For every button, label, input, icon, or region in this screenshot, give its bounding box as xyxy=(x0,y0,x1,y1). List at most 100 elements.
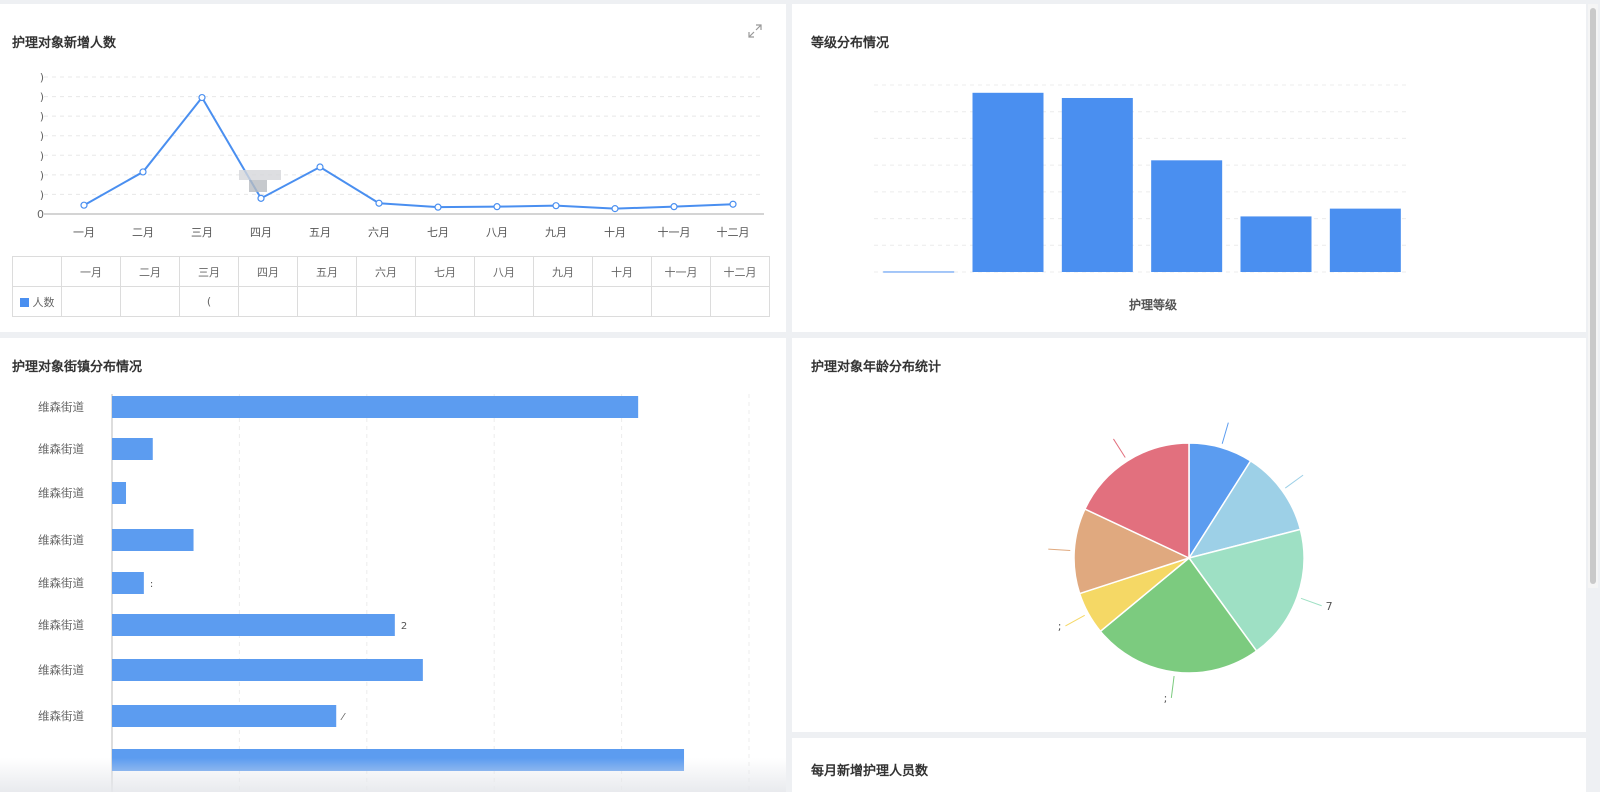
data-label: 7 xyxy=(1326,600,1333,613)
data-point xyxy=(376,200,382,206)
table-header-cell: 六月 xyxy=(357,257,416,287)
y-tick-label: 维森街道 xyxy=(38,442,84,456)
bar xyxy=(112,438,153,460)
bar xyxy=(112,659,423,681)
table-header-cell: 七月 xyxy=(416,257,475,287)
y-tick-label: ) xyxy=(40,188,44,201)
label-leader-line xyxy=(1222,423,1228,444)
data-label: ; xyxy=(1164,692,1168,705)
table-header-row: 一月二月三月四月五月六月七月八月九月十月十一月十二月 xyxy=(13,257,770,287)
bar xyxy=(112,396,638,418)
tooltip-blur xyxy=(249,180,267,192)
level-distribution-panel: 等级分布情况 护理等级 xyxy=(792,4,1586,332)
street-bar-chart: 维森街道维森街道维森街道维森街道维森街道:维森街道2维森街道维森街道⁄ xyxy=(0,338,786,792)
data-point xyxy=(81,202,87,208)
label-leader-line xyxy=(1048,549,1070,550)
table-cell xyxy=(534,287,593,317)
y-tick-label: ) xyxy=(40,110,44,123)
bar xyxy=(883,271,954,272)
series-line xyxy=(84,98,733,209)
data-point xyxy=(553,203,559,209)
y-tick-label: 维森街道 xyxy=(38,576,84,590)
bar xyxy=(112,705,336,727)
x-tick-label: 十月 xyxy=(604,225,626,239)
data-label: ⁄ xyxy=(340,712,346,723)
panel-title: 每月新增护理人员数 xyxy=(811,760,928,779)
table-header-cell: 三月 xyxy=(180,257,239,287)
y-tick-label: 0 xyxy=(37,208,44,221)
table-header-cell: 九月 xyxy=(534,257,593,287)
legend-cell[interactable]: 人数 xyxy=(13,287,62,317)
legend-label: 人数 xyxy=(33,296,55,309)
x-tick-label: 九月 xyxy=(545,226,567,239)
scrollbar[interactable] xyxy=(1588,4,1598,588)
x-tick-label: 一月 xyxy=(73,226,95,239)
table-cell xyxy=(357,287,416,317)
y-tick-label: 维森街道 xyxy=(38,533,84,547)
data-point xyxy=(612,206,618,212)
label-leader-line xyxy=(1065,615,1084,626)
table-cell xyxy=(62,287,121,317)
table-header-cell: 四月 xyxy=(239,257,298,287)
line-chart: 0)))))))一月二月三月四月五月六月七月八月九月十月十一月十二月 xyxy=(0,4,786,249)
legend-swatch xyxy=(20,298,29,307)
y-tick-label: ) xyxy=(40,71,44,84)
bar xyxy=(112,482,126,504)
x-axis-label: 护理等级 xyxy=(1123,296,1183,313)
y-tick-label: ) xyxy=(40,169,44,182)
table-cell xyxy=(416,287,475,317)
table-header-cell: 十一月 xyxy=(652,257,711,287)
bar xyxy=(1062,98,1133,272)
data-point xyxy=(258,195,264,201)
label-leader-line xyxy=(1113,439,1125,458)
bar xyxy=(1241,216,1312,272)
x-tick-label: 四月 xyxy=(250,226,272,239)
table-cell xyxy=(475,287,534,317)
y-tick-label: 维森街道 xyxy=(38,618,84,632)
x-tick-label: 七月 xyxy=(427,226,449,239)
table-row: 人数 ( xyxy=(13,287,770,317)
bottom-fade xyxy=(0,758,786,792)
table-header-cell: 十二月 xyxy=(711,257,770,287)
bar xyxy=(112,572,144,594)
data-label: ; xyxy=(1058,620,1062,633)
data-point xyxy=(671,204,677,210)
table-cell xyxy=(239,287,298,317)
bar xyxy=(112,614,395,636)
y-tick-label: 维森街道 xyxy=(38,663,84,677)
bar xyxy=(973,93,1044,272)
bar xyxy=(112,529,194,551)
data-point xyxy=(730,201,736,207)
table-header-cell: 五月 xyxy=(298,257,357,287)
table-header-cell: 二月 xyxy=(121,257,180,287)
age-pie-chart: 7;; xyxy=(792,338,1586,732)
y-tick-label: 维森街道 xyxy=(38,486,84,500)
y-tick-label: ) xyxy=(40,149,44,162)
data-label: : xyxy=(150,579,153,590)
monthly-staff-panel: 每月新增护理人员数 xyxy=(792,738,1586,792)
data-point xyxy=(199,95,205,101)
table-header-cell: 八月 xyxy=(475,257,534,287)
scrollbar-thumb[interactable] xyxy=(1590,8,1596,584)
table-cell xyxy=(298,287,357,317)
table-cell: ( xyxy=(180,287,239,317)
level-bar-chart xyxy=(792,4,1586,324)
age-distribution-panel: 护理对象年龄分布统计 7;; xyxy=(792,338,1586,732)
data-point xyxy=(494,204,500,210)
x-tick-label: 三月 xyxy=(191,226,213,239)
x-tick-label: 六月 xyxy=(368,226,390,239)
x-tick-label: 八月 xyxy=(486,226,508,239)
label-leader-line xyxy=(1301,598,1322,605)
label-leader-line xyxy=(1171,676,1174,698)
label-leader-line xyxy=(1285,475,1303,488)
table-cell xyxy=(121,287,180,317)
data-label: 2 xyxy=(401,621,407,632)
table-cell xyxy=(652,287,711,317)
y-tick-label: ) xyxy=(40,91,44,104)
bar xyxy=(1330,209,1401,272)
data-point xyxy=(435,204,441,210)
table-corner-cell xyxy=(13,257,62,287)
y-tick-label: 维森街道 xyxy=(38,709,84,723)
x-tick-label: 五月 xyxy=(309,226,331,239)
street-distribution-panel: 护理对象街镇分布情况 维森街道维森街道维森街道维森街道维森街道:维森街道2维森街… xyxy=(0,338,786,792)
